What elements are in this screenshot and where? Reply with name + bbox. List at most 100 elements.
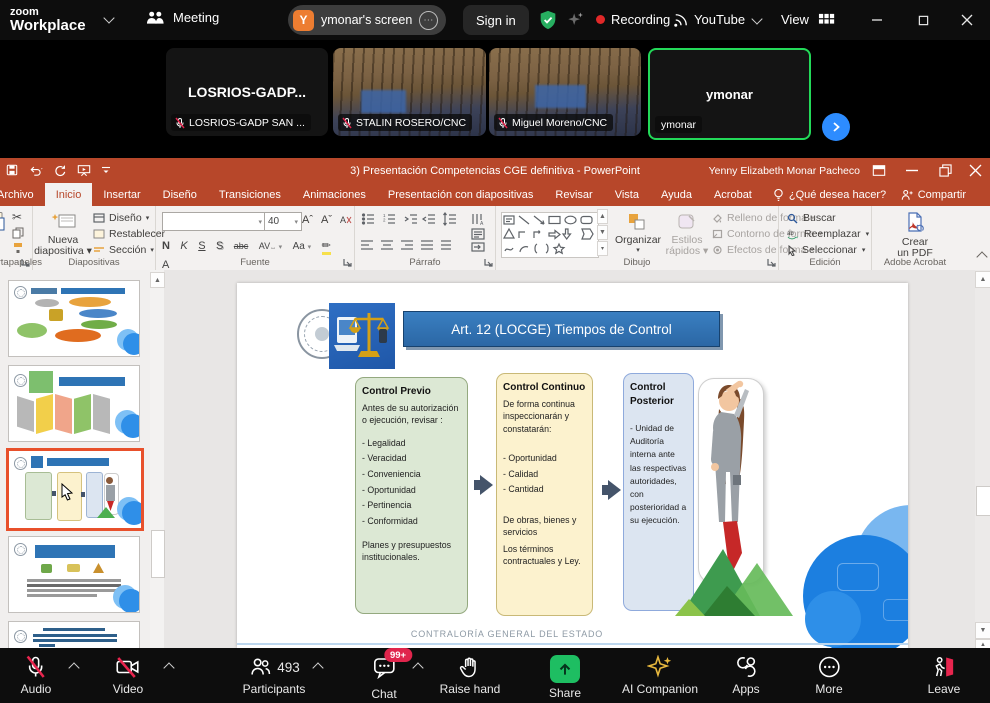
youtube-live-label[interactable]: YouTube (694, 12, 745, 27)
reset-button[interactable]: Restablecer (93, 228, 165, 240)
text-shadow-button[interactable]: S (216, 240, 223, 252)
close-icon[interactable] (969, 164, 982, 177)
shrink-font-button[interactable]: Aˇ (321, 214, 332, 226)
shapes-gallery[interactable] (501, 212, 599, 258)
collapse-ribbon-button[interactable] (978, 248, 986, 266)
create-pdf-button[interactable]: Crear un PDF (890, 208, 940, 259)
sparkle-icon[interactable] (565, 10, 585, 30)
save-icon[interactable] (6, 164, 18, 176)
tab-acrobat[interactable]: Acrobat (703, 183, 763, 206)
account-name[interactable]: Yenny Elizabeth Monar Pacheco (709, 158, 860, 183)
tell-me-search[interactable]: ¿Qué desea hacer? (763, 183, 896, 206)
thumbnails-scrollbar[interactable]: ▲ (150, 270, 164, 648)
cut-button[interactable]: ✂ (12, 210, 22, 224)
highlight-color-button[interactable]: ✏︎ (322, 239, 331, 255)
tab-presentacion[interactable]: Presentación con diapositivas (377, 183, 545, 206)
quick-styles-button[interactable]: Estilos rápidos ▾ (664, 208, 710, 257)
strikethrough-button[interactable]: abc (234, 241, 249, 251)
minimize-icon[interactable] (906, 169, 918, 172)
tab-animaciones[interactable]: Animaciones (292, 183, 377, 206)
more-button[interactable]: More (815, 655, 842, 696)
customize-quick-access-icon[interactable] (101, 165, 111, 175)
audio-options-chevron[interactable] (68, 662, 79, 673)
slide-thumbnail-1[interactable] (8, 280, 140, 357)
redo-icon[interactable] (54, 164, 67, 177)
meeting-tab[interactable]: Meeting (146, 10, 219, 25)
chat-options-chevron[interactable] (412, 662, 423, 673)
format-painter-icon[interactable] (12, 242, 24, 254)
participant-tile[interactable]: STALIN ROSERO/CNC (333, 48, 486, 136)
ai-companion-button[interactable]: AI Companion (622, 655, 698, 696)
find-button[interactable]: Buscar (787, 212, 836, 224)
clear-formatting-icon[interactable]: A (340, 214, 352, 226)
shield-check-icon[interactable] (537, 9, 559, 31)
tab-revisar[interactable]: Revisar (544, 183, 603, 206)
share-screen-button[interactable]: Share (549, 655, 581, 700)
section-button[interactable]: Sección▾ (93, 244, 154, 256)
alignment-icons[interactable] (361, 238, 451, 252)
start-slideshow-icon[interactable] (77, 164, 91, 177)
scroll-up-button[interactable]: ▲ (975, 271, 990, 288)
font-name-combo[interactable]: ▾ (162, 212, 266, 231)
bold-button[interactable]: N (162, 240, 170, 252)
dialog-launcher-icon[interactable] (21, 258, 30, 267)
video-options-chevron[interactable] (163, 662, 174, 673)
ribbon-display-options-icon[interactable] (872, 164, 886, 177)
character-spacing-button[interactable]: AV↔ ▾ (259, 241, 282, 251)
participants-button[interactable]: 493 Participants (243, 655, 306, 696)
participant-tile[interactable]: Miguel Moreno/CNC (489, 48, 641, 136)
apps-button[interactable]: Apps (732, 655, 759, 696)
grow-font-button[interactable]: Aˆ (302, 214, 313, 226)
shapes-scroll-buttons[interactable]: ▲ ▼ ▾ (597, 209, 608, 256)
participant-tile[interactable]: LOSRIOS-GADP... LOSRIOS-GADP SAN ... (166, 48, 328, 136)
font-size-combo[interactable]: 40▾ (264, 212, 302, 231)
scrollbar-thumb[interactable] (151, 530, 165, 578)
participant-tile-active-speaker[interactable]: ymonar ymonar (648, 48, 811, 140)
copy-icon[interactable] (12, 227, 24, 239)
restore-icon[interactable] (939, 164, 952, 177)
change-case-button[interactable]: Aa ▾ (293, 241, 312, 252)
select-button[interactable]: Seleccionar▾ (787, 244, 865, 256)
layout-button[interactable]: Diseño▾ (93, 212, 149, 224)
main-slide[interactable]: Art. 12 (LOCGE) Tiempos de Control Contr… (237, 283, 908, 648)
sign-in-button[interactable]: Sign in (463, 5, 529, 35)
dialog-launcher-icon[interactable] (767, 258, 776, 267)
undo-icon[interactable] (28, 164, 44, 176)
raise-hand-button[interactable]: Raise hand (440, 655, 501, 696)
more-options-icon[interactable]: ⋯ (419, 11, 438, 30)
tab-transiciones[interactable]: Transiciones (208, 183, 292, 206)
minimize-icon[interactable] (862, 7, 892, 33)
tab-vista[interactable]: Vista (604, 183, 650, 206)
slide-thumbnail-5[interactable] (8, 621, 140, 649)
tab-diseno[interactable]: Diseño (152, 183, 208, 206)
leave-button[interactable]: Leave (928, 655, 961, 696)
slide-thumbnail-2[interactable] (8, 365, 140, 442)
dialog-launcher-icon[interactable] (484, 258, 493, 267)
tab-insertar[interactable]: Insertar (92, 183, 151, 206)
slide-thumbnail-4[interactable] (8, 536, 140, 613)
text-direction-icons[interactable]: A (471, 212, 487, 252)
underline-button[interactable]: S (198, 240, 205, 252)
list-and-indent-icons[interactable]: 12 (361, 212, 465, 226)
dialog-launcher-icon[interactable] (343, 258, 352, 267)
video-button[interactable]: Video (113, 655, 143, 696)
vertical-scrollbar[interactable]: ▲ ▼ ▲ (975, 270, 990, 648)
scroll-up-button[interactable]: ▲ (150, 272, 165, 288)
close-icon[interactable] (952, 7, 982, 33)
chevron-down-icon[interactable] (103, 12, 114, 23)
chevron-down-icon[interactable] (751, 13, 762, 24)
view-label[interactable]: View (781, 12, 809, 27)
chat-button[interactable]: 99+ Chat (371, 655, 396, 701)
arrange-button[interactable]: Organizar ▾ (612, 208, 664, 254)
tab-archivo[interactable]: Archivo (0, 183, 45, 206)
audio-button[interactable]: Audio (21, 655, 52, 696)
scrollbar-thumb[interactable] (976, 486, 990, 516)
tab-ayuda[interactable]: Ayuda (650, 183, 703, 206)
paste-button[interactable] (0, 210, 6, 237)
screen-share-pill[interactable]: Y ymonar's screen ⋯ (288, 5, 446, 35)
share-button[interactable]: Compartir (901, 183, 966, 206)
maximize-icon[interactable] (908, 7, 938, 33)
new-slide-button[interactable]: Nueva diapositiva ▾ (37, 208, 89, 257)
italic-button[interactable]: K (180, 240, 187, 252)
participants-options-chevron[interactable] (312, 662, 323, 673)
